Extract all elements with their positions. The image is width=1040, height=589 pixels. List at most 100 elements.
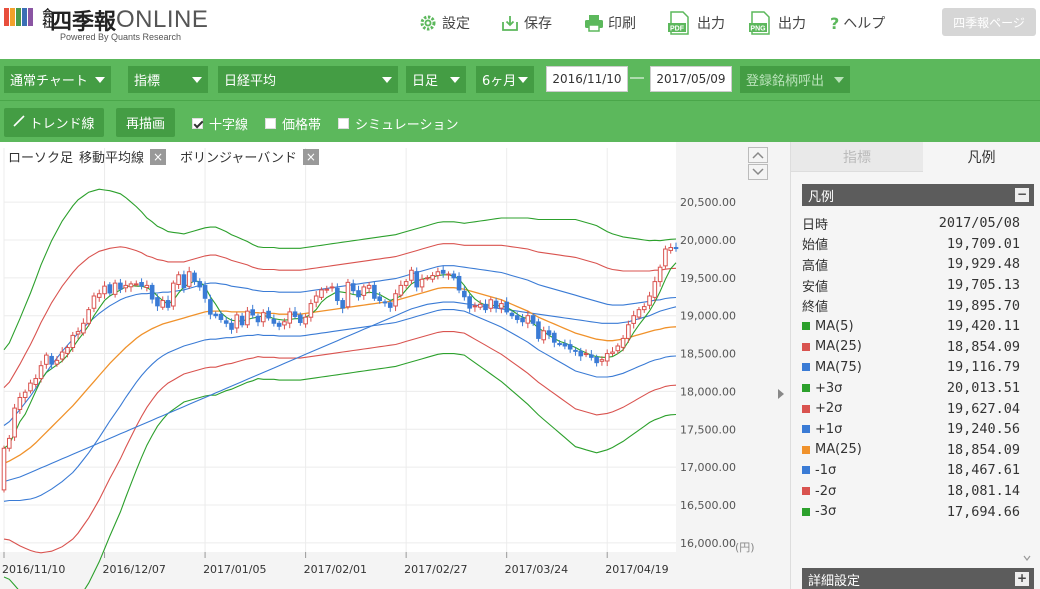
chart-type-value: 通常チャート <box>10 74 88 89</box>
price-chart[interactable]: 20,500.00 20,000.00 19,500.00 19,000.00 18,5… <box>0 142 790 589</box>
candle-body <box>641 306 647 311</box>
candle-body <box>139 282 144 287</box>
legend-row-label: +3σ <box>802 381 842 396</box>
legend-scrollbar[interactable] <box>1020 184 1034 564</box>
legend-label-text: MA(5) <box>815 318 854 334</box>
chevron-up-icon <box>752 151 764 159</box>
candle-body <box>647 295 652 306</box>
legend-row-label: +2σ <box>802 401 842 416</box>
candle-body <box>403 281 409 286</box>
legend-swatch-icon <box>802 487 810 496</box>
legend-row-value: 19,240.56 <box>946 421 1020 438</box>
redraw-button[interactable]: 再描画 <box>116 108 175 137</box>
crosshair-checkbox[interactable]: 十字線 <box>192 114 248 133</box>
date-from-input[interactable]: 2016/11/10 <box>546 66 628 92</box>
legend-row-value: 19,705.13 <box>946 277 1020 294</box>
save-button[interactable]: 保存 <box>500 10 552 36</box>
legend-label-text: MA(25) <box>815 442 862 458</box>
y-tick-label: 17,500.00 <box>680 423 736 436</box>
crosshair-check-box <box>192 118 203 129</box>
simulation-checkbox[interactable]: シミュレーション <box>338 114 458 133</box>
remove-bollinger-button[interactable]: × <box>302 148 319 165</box>
candle-body <box>149 284 155 300</box>
legend-row: 高値 19,929.48 <box>802 254 1020 275</box>
chart-toolbar: 通常チャート 指標 日経平均 日足 6ヶ月 2016/11/10 ― 2017/… <box>0 59 1040 100</box>
saved-stock-select[interactable]: 登録銘柄呼出 <box>740 66 850 93</box>
candle-body <box>546 330 552 336</box>
candle-body <box>239 315 245 326</box>
candle-body <box>435 271 441 277</box>
candle-body <box>324 288 330 291</box>
png-icon-text: PNG <box>750 26 766 33</box>
legend-label-text: 始値 <box>802 238 829 254</box>
legend-row: 安値 19,705.13 <box>802 275 1020 296</box>
legend-row-label: +1σ <box>802 422 842 437</box>
png-export-button[interactable]: PNG 出力 <box>748 10 806 36</box>
legend-row: -3σ 17,694.66 <box>802 501 1020 522</box>
index-name-select[interactable]: 日経平均 <box>218 66 398 93</box>
panel-toggle-arrow-icon[interactable] <box>778 389 784 399</box>
remove-ma-button[interactable]: × <box>150 148 167 165</box>
candle-body <box>520 317 525 323</box>
candle-body <box>483 303 488 311</box>
saved-stock-value: 登録銘柄呼出 <box>746 74 825 89</box>
legend-row-label: MA(5) <box>802 319 854 334</box>
legend-row-value: 20,013.51 <box>946 380 1020 397</box>
candle-body <box>514 315 520 320</box>
y-tick-label: 17,000.00 <box>680 461 736 474</box>
candle-body <box>171 282 176 307</box>
price-band-checkbox[interactable]: 価格帯 <box>265 114 321 133</box>
legend-row: MA(75) 19,116.79 <box>802 357 1020 378</box>
settings-button[interactable]: 設定 <box>418 10 470 36</box>
legend-row: MA(25) 18,854.09 <box>802 337 1020 358</box>
legend-swatch-icon <box>802 322 810 331</box>
shikiho-page-button[interactable]: 四季報ページ <box>942 8 1036 36</box>
legend-label-text: -3σ <box>815 504 837 520</box>
legend-row-label: -2σ <box>802 484 836 499</box>
detail-settings-header[interactable]: 詳細設定 + <box>802 568 1034 589</box>
scroll-down-button[interactable] <box>748 164 768 180</box>
y-tick-label: 20,000.00 <box>680 234 736 247</box>
pdf-icon-text: PDF <box>670 26 685 33</box>
legend-row-value: 19,709.01 <box>946 235 1020 252</box>
legend-row-value: 19,895.70 <box>946 297 1020 314</box>
candle-body <box>398 284 404 296</box>
candle-body <box>96 293 102 298</box>
png-icon: PNG <box>748 10 774 36</box>
tab-indicators[interactable]: 指標 <box>791 142 923 172</box>
y-tick-label: 18,500.00 <box>680 348 736 361</box>
candle-body <box>578 350 584 357</box>
candle-body <box>276 322 282 327</box>
help-button[interactable]: ? ヘルプ <box>830 10 885 36</box>
legend-label-text: MA(25) <box>815 339 862 355</box>
chart-type-select[interactable]: 通常チャート <box>4 66 111 93</box>
legend-label-text: 高値 <box>802 258 829 274</box>
candle-body <box>509 312 515 317</box>
legend-row-value: 18,081.14 <box>946 483 1020 500</box>
candle-body <box>356 290 361 298</box>
print-button[interactable]: 印刷 <box>584 10 636 36</box>
detail-expand-button[interactable]: + <box>1015 572 1029 586</box>
candle-body <box>440 269 446 274</box>
detail-settings-title: 詳細設定 <box>808 573 861 589</box>
candle-body <box>107 284 113 294</box>
y-tick-label: 20,500.00 <box>680 196 736 209</box>
candle-body <box>208 299 213 315</box>
chart-area[interactable]: 20,500.00 20,000.00 19,500.00 19,000.00 18,5… <box>0 142 790 589</box>
index-type-select[interactable]: 指標 <box>128 66 208 93</box>
candle-body <box>409 269 414 281</box>
trend-line-button[interactable]: トレンド線 <box>4 108 104 137</box>
candle-body <box>668 247 674 251</box>
date-to-input[interactable]: 2017/05/09 <box>650 66 732 92</box>
legend-label-text: 安値 <box>802 279 829 295</box>
logo-online: ONLINE <box>116 6 209 33</box>
period-unit-select[interactable]: 日足 <box>406 66 466 93</box>
scroll-up-button[interactable] <box>748 147 768 163</box>
candle-body <box>33 378 39 385</box>
tab-legend[interactable]: 凡例 <box>923 142 1040 172</box>
date-separator: ― <box>630 70 644 86</box>
candle-body <box>229 322 234 330</box>
pdf-export-button[interactable]: PDF 出力 <box>667 10 725 36</box>
range-select[interactable]: 6ヶ月 <box>476 66 534 93</box>
y-tick-label: 18,000.00 <box>680 385 736 398</box>
